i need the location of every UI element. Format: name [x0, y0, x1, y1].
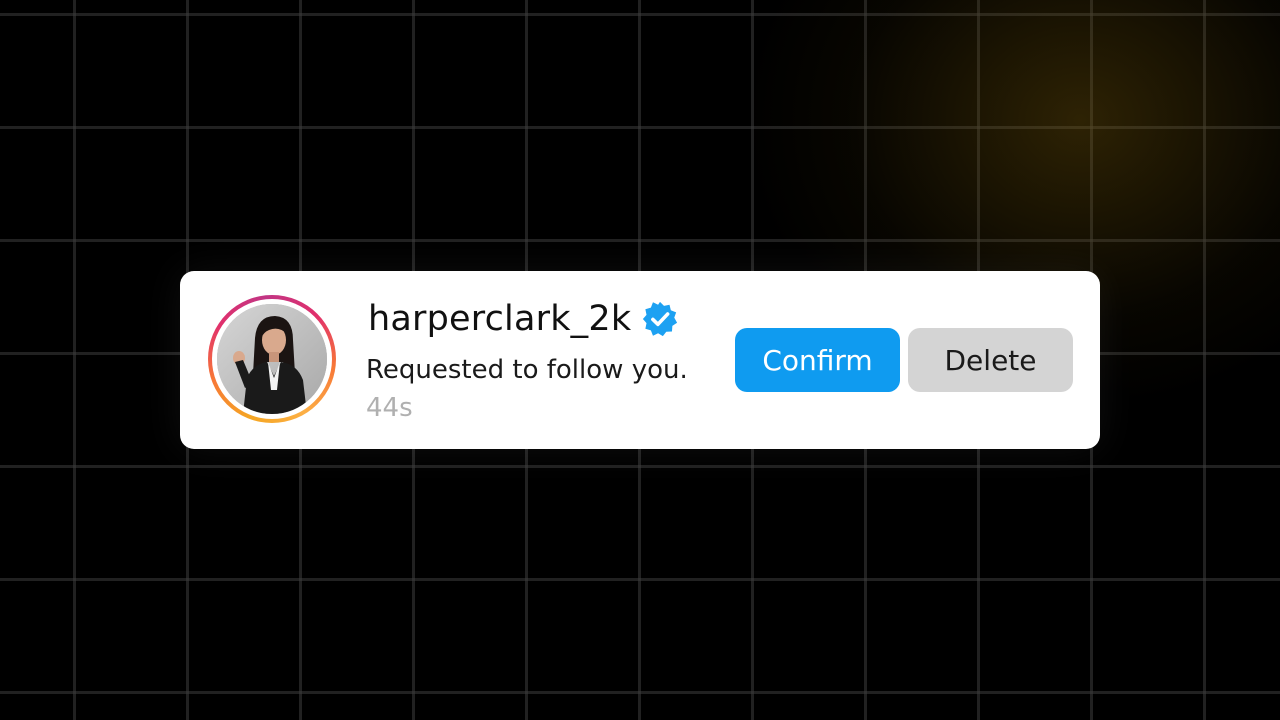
follow-request-card: harperclark_2k Requested to follow you. … [180, 271, 1100, 449]
story-ring[interactable] [208, 295, 336, 423]
delete-button[interactable]: Delete [908, 328, 1073, 392]
username-row: harperclark_2k [368, 293, 679, 345]
request-text: Requested to follow you. [366, 355, 688, 385]
avatar [217, 304, 327, 414]
verified-badge-icon [641, 300, 679, 338]
background-stage: harperclark_2k Requested to follow you. … [0, 0, 1280, 720]
notification-message: Requested to follow you. 44s [366, 351, 696, 427]
avatar-person-image [217, 304, 327, 414]
timestamp: 44s [366, 393, 413, 423]
confirm-button[interactable]: Confirm [735, 328, 900, 392]
username-link[interactable]: harperclark_2k [368, 299, 631, 339]
